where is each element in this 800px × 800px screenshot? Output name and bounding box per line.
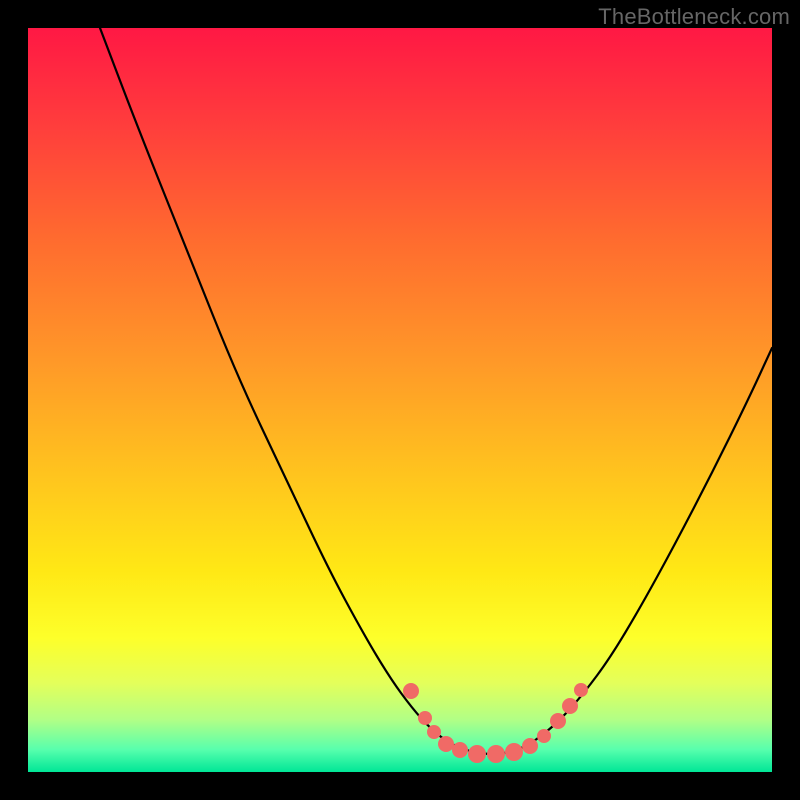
marker-dot xyxy=(438,736,454,752)
marker-dot xyxy=(537,729,551,743)
marker-dot xyxy=(562,698,578,714)
marker-dot xyxy=(418,711,432,725)
marker-dot xyxy=(468,745,486,763)
plot-area xyxy=(28,28,772,772)
marker-dot xyxy=(403,683,419,699)
watermark-label: TheBottleneck.com xyxy=(598,4,790,30)
chart-frame: TheBottleneck.com xyxy=(0,0,800,800)
marker-dot xyxy=(522,738,538,754)
marker-dot xyxy=(427,725,441,739)
marker-dot xyxy=(505,743,523,761)
bottleneck-chart xyxy=(28,28,772,772)
gradient-background xyxy=(28,28,772,772)
marker-dot xyxy=(487,745,505,763)
marker-dot xyxy=(574,683,588,697)
marker-dot xyxy=(550,713,566,729)
marker-dot xyxy=(452,742,468,758)
